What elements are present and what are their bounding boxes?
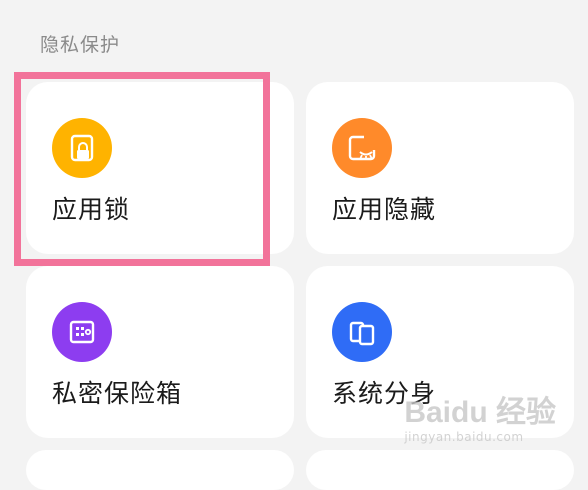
- safe-icon: [69, 320, 95, 344]
- app-lock-label: 应用锁: [52, 195, 131, 224]
- clone-icon: [349, 321, 375, 346]
- app-hide-icon: [332, 118, 392, 178]
- app-lock-card[interactable]: 应用锁: [26, 82, 294, 254]
- watermark: Baidu 经验 jingyan.baidu.com: [404, 396, 556, 445]
- app-hide-card[interactable]: 应用隐藏: [306, 82, 574, 254]
- eye-closed-icon: [348, 135, 376, 161]
- partial-card-left[interactable]: [26, 450, 294, 490]
- watermark-url: jingyan.baidu.com: [404, 430, 524, 444]
- lock-icon: [70, 134, 94, 162]
- watermark-brand: Baidu 经验: [404, 396, 556, 429]
- app-hide-label: 应用隐藏: [332, 195, 437, 224]
- dual-system-icon: [332, 302, 392, 362]
- vault-icon: [52, 302, 112, 362]
- vault-card[interactable]: 私密保险箱: [26, 266, 294, 438]
- vault-label: 私密保险箱: [52, 379, 183, 408]
- app-lock-icon: [52, 118, 112, 178]
- partial-card-right[interactable]: [306, 450, 574, 490]
- section-title: 隐私保护: [40, 34, 121, 56]
